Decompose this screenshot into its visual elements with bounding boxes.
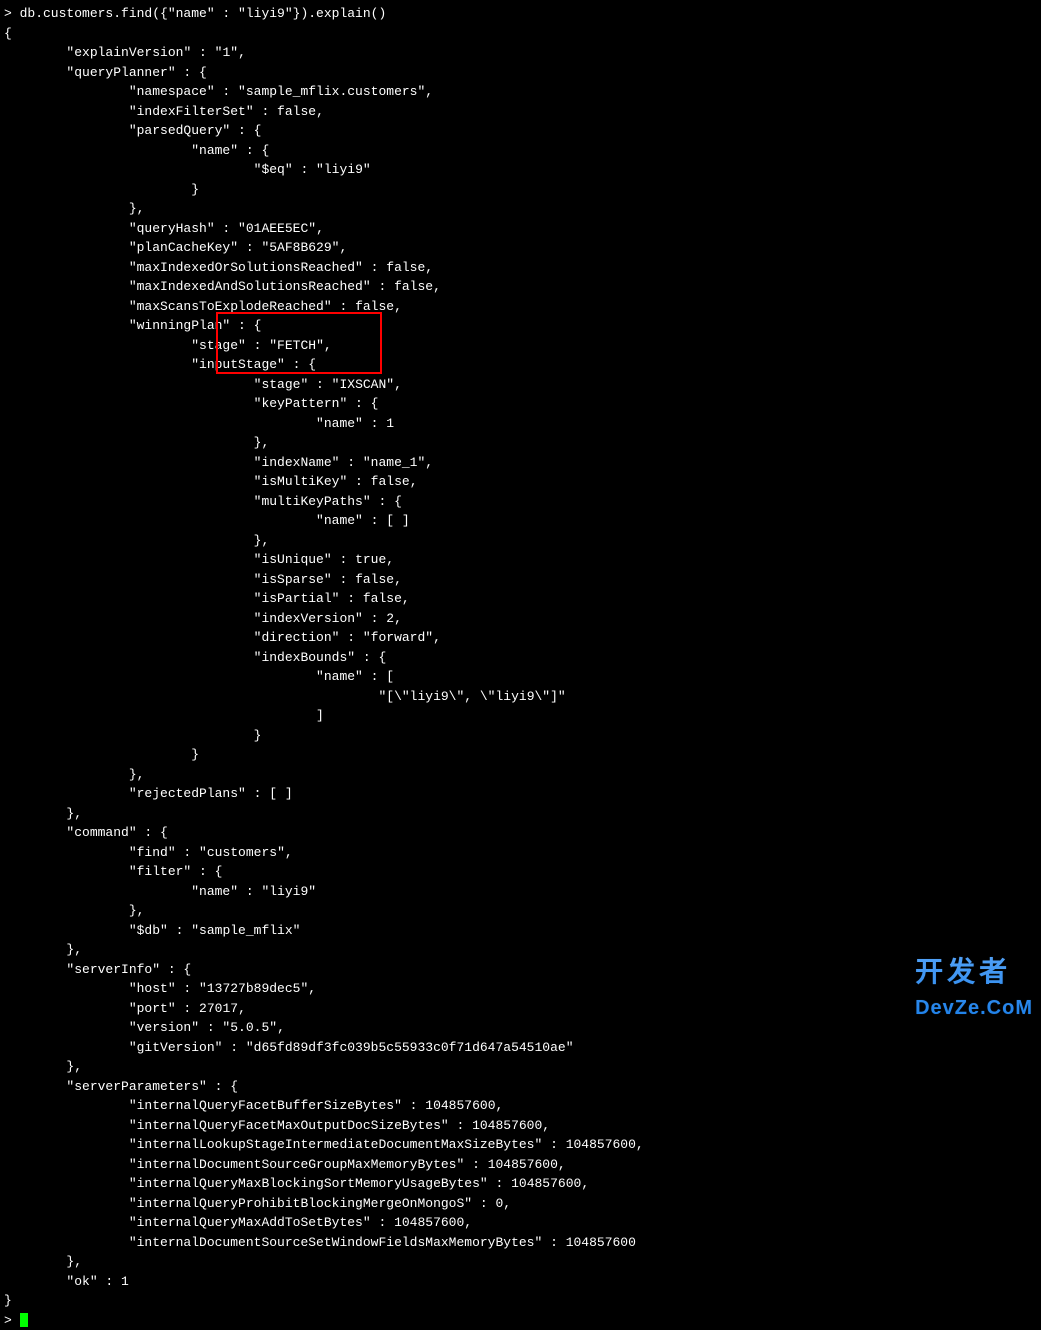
- json-value: 0: [495, 1196, 503, 1211]
- json-value: false: [355, 299, 394, 314]
- prompt[interactable]: >: [4, 1313, 20, 1328]
- json-value: 2: [386, 611, 394, 626]
- json-value: customers: [207, 845, 277, 860]
- terminal-output[interactable]: > db.customers.find({"name" : "liyi9"}).…: [4, 4, 1037, 1330]
- watermark: 开发者 DevZe.CoM: [915, 951, 1033, 1023]
- json-value: 5.0.5: [230, 1020, 269, 1035]
- json-value: 104857600: [488, 1157, 558, 1172]
- json-value: liyi9: [324, 162, 363, 177]
- json-value: 1: [222, 45, 230, 60]
- json-value: 1: [386, 416, 394, 431]
- json-value: 13727b89dec5: [207, 981, 301, 996]
- json-value: 1: [121, 1274, 129, 1289]
- json-value: 104857600: [566, 1137, 636, 1152]
- json-value: FETCH: [277, 338, 316, 353]
- json-value: 104857600: [566, 1235, 636, 1250]
- json-value: sample_mflix.customers: [246, 84, 418, 99]
- json-value: 104857600: [472, 1118, 542, 1133]
- json-value: d65fd89df3fc039b5c55933c0f71d647a54510ae: [254, 1040, 566, 1055]
- json-value: [\"liyi9\", \"liyi9\"]: [386, 689, 558, 704]
- watermark-line1: 开发者: [915, 956, 1011, 987]
- json-value: false: [277, 104, 316, 119]
- json-key: "explainVersion": [66, 45, 191, 60]
- json-value: forward: [371, 630, 426, 645]
- json-value: 5AF8B629: [269, 240, 331, 255]
- json-value: false: [394, 279, 433, 294]
- json-value: 104857600: [425, 1098, 495, 1113]
- watermark-line2: DevZe.CoM: [915, 993, 1033, 1023]
- json-value: sample_mflix: [199, 923, 293, 938]
- json-value: false: [355, 572, 394, 587]
- json-value: 01AEE5EC: [246, 221, 308, 236]
- json-value: false: [363, 591, 402, 606]
- json-value: name_1: [371, 455, 418, 470]
- json-value: liyi9: [269, 884, 308, 899]
- json-value: false: [386, 260, 425, 275]
- json-value: [ ]: [269, 786, 292, 801]
- json-value: [ ]: [386, 513, 409, 528]
- json-value: 104857600: [394, 1215, 464, 1230]
- json-value: IXSCAN: [339, 377, 386, 392]
- cursor-icon: [20, 1313, 28, 1327]
- json-value: false: [371, 474, 410, 489]
- json-value: true: [355, 552, 386, 567]
- json-value: 104857600: [511, 1176, 581, 1191]
- json-value: 27017: [199, 1001, 238, 1016]
- command-line: > db.customers.find({"name" : "liyi9"}).…: [4, 6, 386, 21]
